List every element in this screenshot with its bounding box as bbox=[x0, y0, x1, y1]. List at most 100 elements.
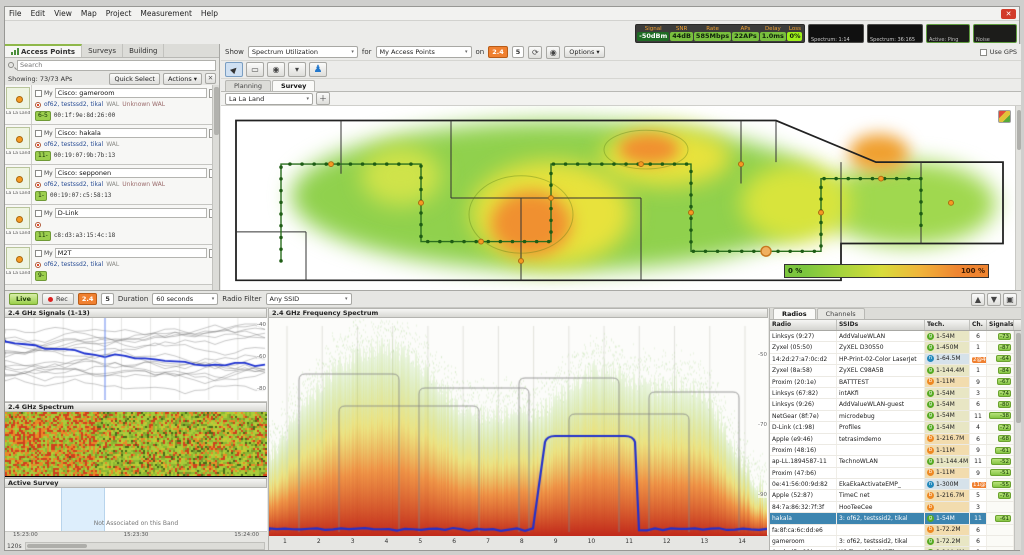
radio-row[interactable]: Linksys (9:26) AddValueWLAN-guest g 1-54… bbox=[770, 399, 1014, 410]
band-2-4-toggle[interactable]: 2.4 bbox=[488, 46, 508, 58]
ap-list-item[interactable]: La La Land My Cisco: hakala of62, testss… bbox=[5, 125, 219, 165]
radio-row[interactable]: hakala 3: of62, testssid2, tikal g 1-54M… bbox=[770, 513, 1014, 524]
noise-box[interactable]: Noise -47dBm bbox=[973, 24, 1017, 43]
radio-name: fa:8f:ca:6c:dd:e6 bbox=[770, 525, 837, 535]
radio-row[interactable]: ap-LL.1894587-11 TechnoWLAN g 11-144.4M … bbox=[770, 456, 1014, 467]
radio-row[interactable]: 14:2d:27:a7:0c:d2 HP-Print-02-Color Lase… bbox=[770, 354, 1014, 365]
live-button[interactable]: Live bbox=[9, 293, 38, 305]
ap-name-field[interactable]: Cisco: hakala bbox=[55, 128, 207, 138]
radio-icon bbox=[35, 102, 41, 108]
ap-checkbox[interactable] bbox=[35, 130, 42, 137]
radio-row[interactable]: 0e:41:56:00:9d:82 EkaEkaActivateEMP_ n 1… bbox=[770, 479, 1014, 490]
signal-bars-icon bbox=[11, 48, 19, 55]
radio-filter-select[interactable]: Any SSID▾ bbox=[266, 293, 352, 305]
visualization-select[interactable]: Spectrum Utilization▾ bbox=[248, 46, 358, 58]
refresh-button[interactable]: ⟳ bbox=[528, 46, 542, 59]
menu-item[interactable]: Edit bbox=[31, 9, 46, 18]
tab-building[interactable]: Building bbox=[123, 44, 164, 57]
time-scrollbar[interactable] bbox=[25, 542, 265, 550]
radio-row[interactable]: gameroom 3: of62, testssid2, tikal g 1-7… bbox=[770, 536, 1014, 547]
pointer-tool-button[interactable]: ▶ bbox=[225, 62, 243, 77]
radio-row[interactable]: Zyxel (05:50) ZyXEL D30550 g 1-450M 1 -8… bbox=[770, 342, 1014, 353]
tab-surveys[interactable]: Surveys bbox=[82, 44, 123, 57]
use-gps-checkbox[interactable] bbox=[980, 49, 987, 56]
options-button[interactable]: Options▾ bbox=[564, 46, 604, 58]
ap-list-item[interactable]: La La Land My Cisco: gameroom of62, test… bbox=[5, 85, 219, 125]
menu-item[interactable]: View bbox=[54, 9, 72, 18]
active-ping-box[interactable]: Active: Ping 1ms bbox=[926, 24, 970, 43]
menu-item[interactable]: Project bbox=[106, 9, 132, 18]
tab-access-points[interactable]: Access Points bbox=[5, 44, 82, 57]
tab-survey[interactable]: Survey bbox=[272, 80, 315, 91]
menu-item[interactable]: File bbox=[9, 9, 22, 18]
band-5-toggle[interactable]: 5 bbox=[512, 46, 525, 58]
signal-badge: -61 bbox=[995, 515, 1011, 522]
tab-planning[interactable]: Planning bbox=[225, 80, 271, 91]
tab-channels[interactable]: Channels bbox=[817, 308, 865, 319]
radio-row[interactable]: Apple (e9:46) tetrasimdemo b 1-216.7M 6 … bbox=[770, 434, 1014, 445]
map-area: Show Spectrum Utilization▾ for My Access… bbox=[221, 44, 1021, 290]
ap-checkbox[interactable] bbox=[35, 90, 42, 97]
radio-row[interactable]: Linksys (9:27) AddValueWLAN g 1-54M 6 -7… bbox=[770, 331, 1014, 342]
survey-walk-button[interactable]: ♟ bbox=[309, 62, 327, 77]
floorplan-canvas[interactable]: 0 % 100 % bbox=[221, 106, 1021, 290]
menu-item[interactable]: Measurement bbox=[140, 9, 192, 18]
ap-checkbox[interactable] bbox=[35, 210, 42, 217]
radio-row[interactable]: Proxim (20:1e) BATTTEST b 1-11M 9 -67 bbox=[770, 377, 1014, 388]
ap-name-field[interactable]: Cisco: sepponen bbox=[55, 168, 207, 178]
band-5-toggle[interactable]: 5 bbox=[101, 293, 114, 305]
radio-row[interactable]: Linksys (67:82) intAKfi g 1-54M 3 -74 bbox=[770, 388, 1014, 399]
window-close-button[interactable]: ✕ bbox=[1001, 9, 1016, 19]
ap-list-item[interactable]: La La Land My Cisco: sepponen of62, test… bbox=[5, 165, 219, 205]
tab-radios[interactable]: Radios bbox=[773, 308, 816, 319]
map-scrollbar[interactable] bbox=[1015, 106, 1021, 290]
radio-row[interactable]: Zyxel (8a:58) ZyXEL C98A5B g 1-144.4M 1 … bbox=[770, 365, 1014, 376]
tool-dropdown-button[interactable]: ▾ bbox=[288, 62, 306, 77]
search-input[interactable] bbox=[17, 60, 216, 71]
waterfall-chart bbox=[5, 412, 267, 478]
ap-list-item[interactable]: La La Land My M2T of62, testssd2, tikal bbox=[5, 245, 219, 285]
ap-scope-select[interactable]: My Access Points▾ bbox=[376, 46, 472, 58]
ap-list-item[interactable]: La La Land My D-Link bbox=[5, 205, 219, 245]
channel-label: 4 bbox=[385, 538, 389, 545]
quick-select-button[interactable]: Quick Select bbox=[109, 73, 160, 85]
ap-list-scrollbar[interactable] bbox=[212, 85, 219, 290]
ap-checkbox[interactable] bbox=[35, 170, 42, 177]
signal-badge: -84 bbox=[998, 367, 1011, 374]
spectrum-mini-5[interactable]: Spectrum: 36:165 bbox=[867, 24, 923, 43]
ap-checkbox[interactable] bbox=[35, 250, 42, 257]
ap-name-field[interactable]: Cisco: gameroom bbox=[55, 88, 207, 98]
radio-row[interactable]: D-Link (c1:98) Profiles g 1-54M 4 -72 bbox=[770, 422, 1014, 433]
panel-up-button[interactable]: ▲ bbox=[971, 293, 985, 306]
ap-name-field[interactable]: D-Link bbox=[55, 208, 207, 218]
status-metric: Rate 585Mbps bbox=[694, 26, 731, 41]
menu-item[interactable]: Map bbox=[81, 9, 97, 18]
panel-expand-button[interactable]: ▣ bbox=[1003, 293, 1017, 306]
actions-button[interactable]: Actions▾ bbox=[163, 73, 202, 85]
panel-close-button[interactable]: ✕ bbox=[205, 73, 216, 84]
radio-row[interactable]: Proxim (47:b6) b 1-11M 9 -51 bbox=[770, 468, 1014, 479]
radio-row[interactable]: 84:7a:86:32:7f:3f HooTeeCee b 3 bbox=[770, 502, 1014, 513]
showing-count: Showing: 73/73 APs bbox=[8, 75, 106, 83]
tech-cell: g 1-54M bbox=[925, 331, 970, 341]
radio-row[interactable]: Apple (5e:11) Wi-Fi-verkko (M2T) g 9-144… bbox=[770, 547, 1014, 550]
radio-row[interactable]: fa:8f:ca:6c:dd:e6 b 1-72.2M 6 bbox=[770, 525, 1014, 536]
radio-row[interactable]: NetGear (8f:7e) microdebug g 1-54M 11 -3… bbox=[770, 411, 1014, 422]
menu-item[interactable]: Help bbox=[201, 9, 218, 18]
spectrum-mini-24[interactable]: Spectrum: 1:14 bbox=[808, 24, 864, 43]
ap-name-field[interactable]: M2T bbox=[55, 248, 207, 258]
duration-select[interactable]: 60 seconds▾ bbox=[152, 293, 218, 305]
marker-tool-button[interactable]: ◉ bbox=[267, 62, 285, 77]
radios-scrollbar[interactable] bbox=[1014, 331, 1021, 550]
floor-select[interactable]: La La Land▾ bbox=[225, 93, 313, 105]
panel-down-button[interactable]: ▼ bbox=[987, 293, 1001, 306]
add-floor-button[interactable]: ＋ bbox=[316, 92, 330, 105]
radio-row[interactable]: Apple (52:87) TimeC net b 1-216.7M 5 -76 bbox=[770, 490, 1014, 501]
pin-button[interactable]: ◉ bbox=[546, 46, 560, 59]
record-button[interactable]: Rec bbox=[42, 293, 74, 305]
map-layers-button[interactable] bbox=[998, 110, 1011, 123]
channel-cell: 1 bbox=[970, 342, 987, 352]
rect-tool-button[interactable]: ▭ bbox=[246, 62, 264, 77]
band-2-4-toggle[interactable]: 2.4 bbox=[78, 293, 98, 305]
radio-row[interactable]: Proxim (48:16) b 1-11M 9 -61 bbox=[770, 445, 1014, 456]
